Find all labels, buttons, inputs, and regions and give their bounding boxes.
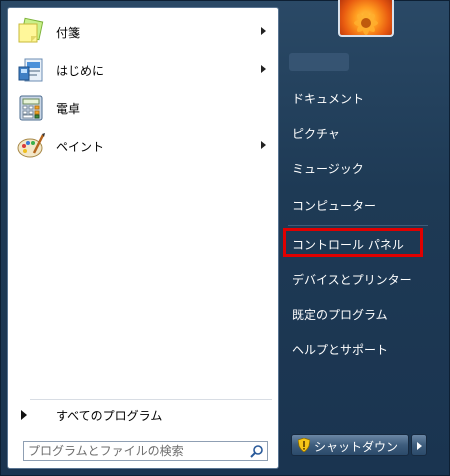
program-label: ペイント [56,140,105,154]
search-input[interactable] [28,443,238,459]
user-name[interactable] [289,53,349,71]
right-item-computer[interactable]: コンピューター [284,190,426,218]
submenu-arrow-icon [261,27,266,35]
right-item-label: ヘルプとサポート [292,343,389,357]
shutdown-button[interactable]: シャットダウン [291,434,409,456]
right-item-label: ドキュメント [292,92,365,106]
program-label: 電卓 [56,102,81,116]
submenu-arrow-icon [261,141,266,149]
right-item-music[interactable]: ミュージック [284,153,426,181]
right-item-devices-printers[interactable]: デバイスとプリンター [284,264,426,292]
right-item-documents[interactable]: ドキュメント [284,83,426,111]
search-icon[interactable] [250,444,264,458]
highlight-box [283,228,423,257]
all-programs-label: すべてのプログラム [56,409,163,423]
getting-started-icon [16,55,46,85]
right-item-label: 既定のプログラム [292,308,388,322]
right-item-label: ピクチャ [292,127,340,141]
arrow-right-icon [21,410,27,420]
shutdown-label: シャットダウン [314,440,399,454]
uac-shield-icon [297,437,311,453]
start-menu: 付箋 はじめに 電卓 ペイント すべてのプログラム プログラムとファイルの検索 … [0,0,450,476]
sticky-notes-icon [16,17,46,47]
program-label: 付箋 [56,26,81,40]
program-getting-started[interactable]: はじめに [12,52,274,88]
divider [288,225,428,226]
program-calculator[interactable]: 電卓 [12,90,274,126]
right-item-help-support[interactable]: ヘルプとサポート [284,334,426,362]
arrow-right-icon [417,442,422,450]
programs-pane: 付箋 はじめに 電卓 ペイント すべてのプログラム プログラムとファイルの検索 [7,7,279,469]
program-paint[interactable]: ペイント [12,128,274,164]
all-programs-button[interactable]: すべてのプログラム [18,404,272,424]
right-item-label: デバイスとプリンター [292,273,412,287]
divider [30,399,272,400]
right-item-label: ミュージック [292,162,364,176]
submenu-arrow-icon [261,65,266,73]
right-item-pictures[interactable]: ピクチャ [284,118,426,146]
user-picture[interactable] [338,0,394,37]
program-label: はじめに [56,64,105,78]
right-item-label: コンピューター [292,199,377,213]
right-item-default-programs[interactable]: 既定のプログラム [284,299,426,327]
search-box[interactable] [23,441,268,461]
program-sticky-notes[interactable]: 付箋 [12,14,274,50]
paint-icon [16,131,46,161]
shutdown-options-button[interactable] [411,434,427,456]
calculator-icon [16,93,46,123]
